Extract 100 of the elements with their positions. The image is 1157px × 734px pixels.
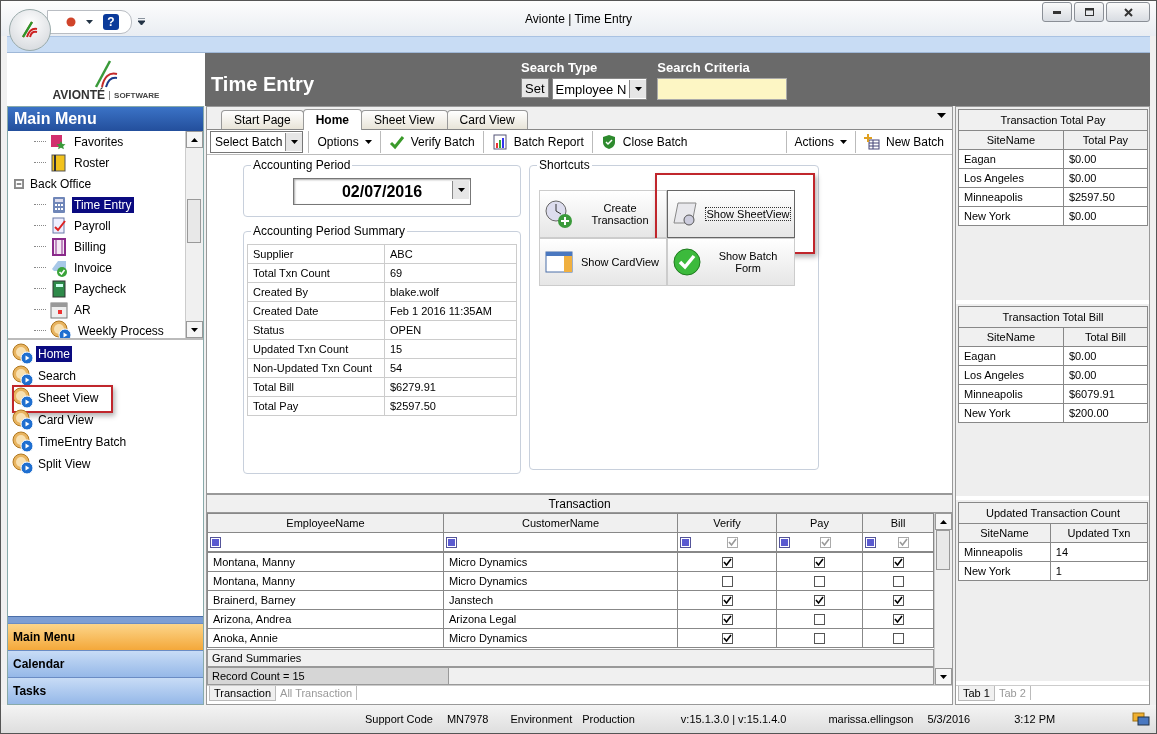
nav-item[interactable]: Sheet View [36,390,101,406]
table-cell: Arizona Legal [443,609,678,629]
checkbox[interactable] [721,556,733,568]
collapse-icon[interactable] [14,178,24,189]
shortcut-button[interactable]: Show SheetView [667,190,795,238]
checkbox[interactable] [721,613,733,625]
checkbox[interactable] [814,556,825,568]
filter-cell[interactable] [776,532,863,552]
scrollbar[interactable] [934,513,952,685]
tab[interactable]: Tab 1 [958,686,995,702]
batch-dropdown[interactable]: Select Batch [210,131,304,153]
shortcut-button[interactable]: Create Transaction [539,190,667,238]
tree-item[interactable]: Payroll [72,217,113,234]
checkbox[interactable] [814,632,825,644]
toolbar-button[interactable]: Verify Batch [379,131,483,153]
tree-item[interactable]: Paycheck [72,280,129,297]
table-cell: 15 [384,339,517,359]
tab[interactable]: Card View [446,110,528,129]
filter-icon[interactable] [865,536,876,548]
column-header[interactable]: Pay [776,513,863,533]
scrollbar[interactable] [185,131,203,338]
nav-item[interactable]: Home [36,346,72,362]
document-check-icon [50,216,68,235]
checkbox[interactable] [892,613,904,625]
calendar-icon [50,300,68,319]
nav-item[interactable]: Search [36,368,79,384]
column-header[interactable]: Verify [677,513,777,533]
scrollbar-thumb[interactable] [936,530,950,570]
filter-cell[interactable] [677,532,777,552]
filter-icon[interactable] [446,536,457,548]
checkbox[interactable] [814,594,825,606]
menu-button[interactable]: Options [308,131,380,153]
checkbox[interactable] [892,632,904,644]
toolbar-button[interactable]: Close Batch [591,131,696,153]
column-header[interactable]: CustomerName [443,513,678,533]
toolbar-button[interactable]: New Batch [854,131,952,153]
minimize-button[interactable] [1042,2,1072,22]
filter-cell[interactable] [207,532,444,552]
close-button[interactable] [1106,2,1150,22]
filter-icon[interactable] [210,536,221,548]
checkbox[interactable] [814,575,825,587]
checkbox[interactable] [721,594,733,606]
section-button[interactable]: Main Menu [8,623,203,650]
tab[interactable]: Sheet View [361,110,448,129]
tree-item[interactable]: Billing [72,238,108,255]
notebook-icon [50,153,68,172]
tree-item[interactable]: Weekly Process [76,322,166,338]
tree-item[interactable]: Favorites [72,133,126,150]
checkbox[interactable] [892,556,904,568]
field-label: Search Type [521,60,599,75]
table-cell: Montana, Manny [207,571,444,591]
scrollbar-thumb[interactable] [187,199,201,243]
set-button[interactable]: Set [521,78,549,98]
column-header[interactable]: Bill [862,513,934,533]
section-button[interactable]: Calendar [8,650,203,677]
filter-cell[interactable] [862,532,934,552]
maximize-button[interactable] [1074,2,1104,22]
table-cell: Feb 1 2016 11:35AM [384,301,517,321]
tree-item[interactable]: Invoice [72,259,115,276]
tab[interactable]: Start Page [221,110,304,129]
tab[interactable]: Home [302,109,363,130]
splitter-handle[interactable] [8,616,203,623]
dropdown-icon[interactable] [86,20,93,24]
filter-icon[interactable] [680,536,691,548]
caret-icon [290,140,298,144]
tree-item[interactable]: Roster [72,154,112,171]
search-type-dropdown[interactable]: Employee N [551,78,648,100]
table-cell: Created Date [247,301,385,321]
nav-item[interactable]: Card View [36,412,96,428]
record-icon[interactable] [66,17,76,27]
status-value: MN7978 [446,713,489,725]
checkbox[interactable] [892,575,904,587]
checkbox[interactable] [892,594,904,606]
tab[interactable]: Transaction [209,686,277,701]
caret-icon[interactable] [937,113,946,118]
checkbox[interactable] [721,632,733,644]
checkmark-icon [388,134,405,150]
checkbox[interactable] [814,613,825,625]
section-button[interactable]: Tasks [8,677,203,704]
customize-toolbar-icon[interactable] [138,18,145,25]
shortcut-button[interactable]: Show Batch Form [667,238,795,286]
column-header[interactable]: EmployeeName [207,513,444,533]
scroll-down-icon [191,327,198,332]
help-button[interactable]: ? [103,14,119,30]
tree-item[interactable]: Back Office [28,175,94,192]
panel-title: Transaction Total Pay [958,109,1148,131]
checkbox[interactable] [721,575,733,587]
tree-item[interactable]: AR [72,301,93,318]
filter-cell[interactable] [443,532,678,552]
search-criteria-field[interactable] [657,78,788,100]
menu-button[interactable]: Actions [786,131,855,153]
toolbar-button[interactable]: Batch Report [482,131,592,153]
date-dropdown[interactable]: 02/07/2016 [293,178,471,205]
nav-item[interactable]: Split View [36,456,93,472]
nav-item[interactable]: TimeEntry Batch [36,434,129,450]
tree-item[interactable]: Time Entry [72,196,134,213]
table-cell: Micro Dynamics [443,571,678,591]
filter-icon[interactable] [779,536,790,548]
chat-icon[interactable] [1132,711,1150,727]
shortcut-button[interactable]: Show CardView [539,238,667,286]
